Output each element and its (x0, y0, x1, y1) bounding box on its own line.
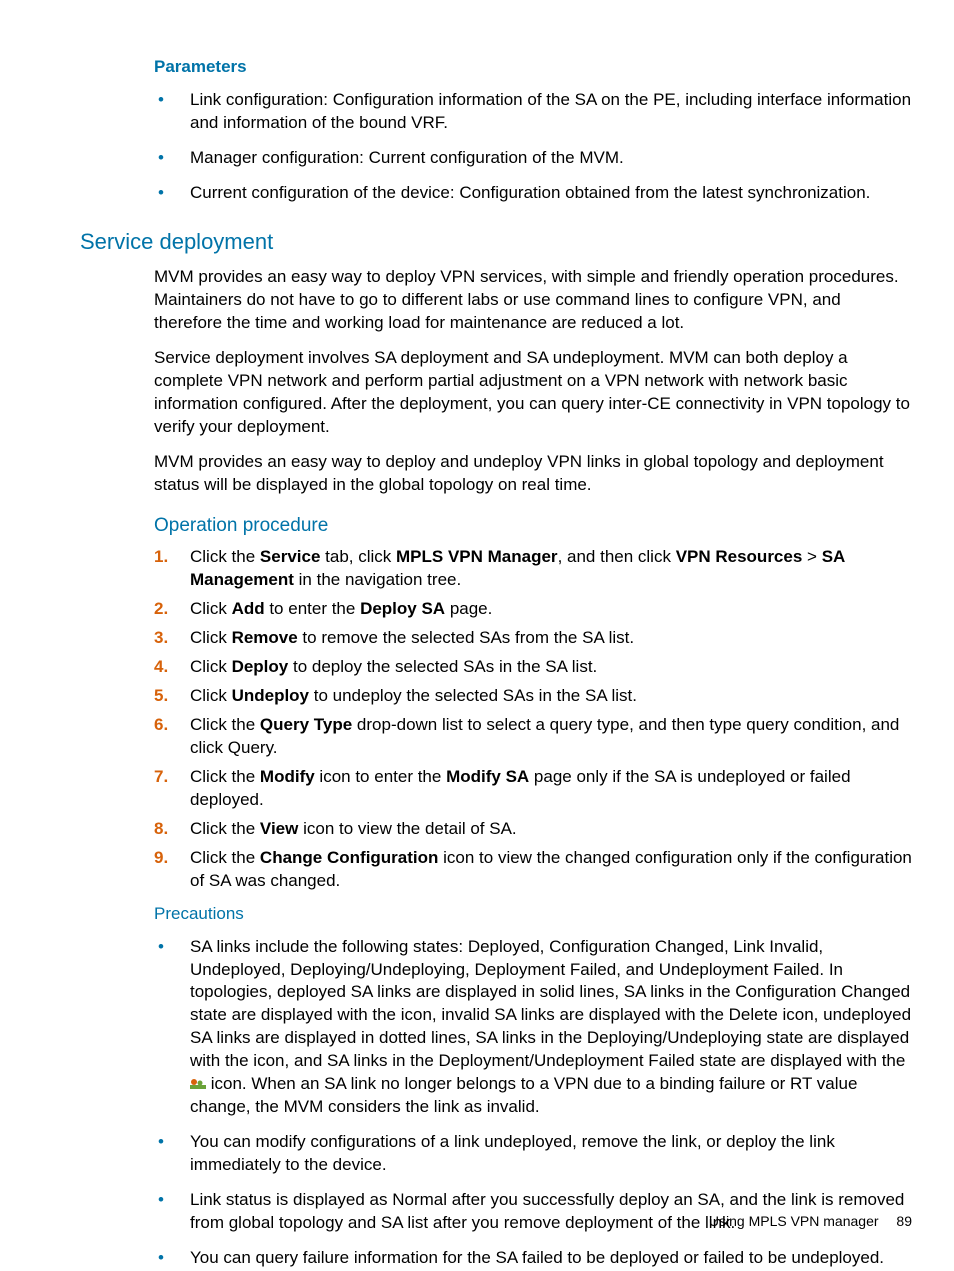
list-item-text: Manager configuration: Current configura… (190, 148, 624, 167)
step-text: Click the (190, 547, 260, 566)
step-text: Click (190, 599, 232, 618)
step-text: to deploy the selected SAs in the SA lis… (288, 657, 597, 676)
body-paragraph: MVM provides an easy way to deploy and u… (154, 451, 912, 497)
step-text: Click (190, 686, 232, 705)
bold-term: Remove (232, 628, 298, 647)
footer-text: Using MPLS VPN manager (709, 1213, 879, 1229)
deployment-failed-icon (190, 1075, 206, 1089)
step-text: to remove the selected SAs from the SA l… (298, 628, 634, 647)
bold-term: Change Configuration (260, 848, 438, 867)
list-item: SA links include the following states: D… (154, 936, 912, 1120)
step-text: to enter the (265, 599, 360, 618)
step-text: Click the (190, 819, 260, 838)
page-footer: Using MPLS VPN manager 89 (709, 1212, 912, 1231)
list-item-text: Current configuration of the device: Con… (190, 183, 870, 202)
list-item: Manager configuration: Current configura… (154, 147, 912, 170)
step-text: > (802, 547, 821, 566)
step-text: page. (445, 599, 492, 618)
step-item: Click the Change Configuration icon to v… (154, 847, 912, 893)
operation-procedure-heading: Operation procedure (154, 513, 912, 539)
page-number: 89 (896, 1213, 912, 1229)
list-item: You can query failure information for th… (154, 1247, 912, 1270)
list-item-text: You can query failure information for th… (190, 1248, 884, 1267)
list-item-text: You can modify configurations of a link … (190, 1132, 835, 1174)
list-item-text: SA links include the following states: D… (190, 937, 911, 1071)
parameters-heading: Parameters (154, 56, 912, 79)
body-paragraph: Service deployment involves SA deploymen… (154, 347, 912, 439)
list-item: You can modify configurations of a link … (154, 1131, 912, 1177)
bold-term: View (260, 819, 298, 838)
bold-term: MPLS VPN Manager (396, 547, 558, 566)
step-item: Click Deploy to deploy the selected SAs … (154, 656, 912, 679)
step-text: Click (190, 657, 232, 676)
step-item: Click the Service tab, click MPLS VPN Ma… (154, 546, 912, 592)
document-page: Parameters Link configuration: Configura… (0, 0, 954, 1271)
bold-term: Modify (260, 767, 315, 786)
step-text: Click the (190, 848, 260, 867)
list-item-text: icon. When an SA link no longer belongs … (190, 1074, 857, 1116)
step-text: icon to view the detail of SA. (298, 819, 516, 838)
step-text: Click the (190, 767, 260, 786)
bold-term: Add (232, 599, 265, 618)
service-deployment-heading: Service deployment (80, 227, 912, 257)
step-text: Click the (190, 715, 260, 734)
operation-steps: Click the Service tab, click MPLS VPN Ma… (154, 546, 912, 892)
step-text: icon to enter the (315, 767, 446, 786)
bold-term: Deploy (232, 657, 289, 676)
bold-term: Modify SA (446, 767, 529, 786)
list-item: Current configuration of the device: Con… (154, 182, 912, 205)
list-item: Link configuration: Configuration inform… (154, 89, 912, 135)
bold-term: Query Type (260, 715, 352, 734)
parameters-list: Link configuration: Configuration inform… (154, 89, 912, 205)
list-item-text: Link configuration: Configuration inform… (190, 90, 911, 132)
bold-term: Service (260, 547, 321, 566)
bold-term: Deploy SA (360, 599, 445, 618)
precautions-heading: Precautions (154, 903, 912, 926)
step-item: Click Undeploy to undeploy the selected … (154, 685, 912, 708)
step-text: tab, click (320, 547, 396, 566)
step-text: Click (190, 628, 232, 647)
step-item: Click the View icon to view the detail o… (154, 818, 912, 841)
step-item: Click Add to enter the Deploy SA page. (154, 598, 912, 621)
step-text: , and then click (558, 547, 676, 566)
step-item: Click the Modify icon to enter the Modif… (154, 766, 912, 812)
step-item: Click Remove to remove the selected SAs … (154, 627, 912, 650)
step-text: in the navigation tree. (294, 570, 461, 589)
body-paragraph: MVM provides an easy way to deploy VPN s… (154, 266, 912, 335)
step-item: Click the Query Type drop-down list to s… (154, 714, 912, 760)
bold-term: Undeploy (232, 686, 309, 705)
step-text: to undeploy the selected SAs in the SA l… (309, 686, 637, 705)
bold-term: VPN Resources (676, 547, 803, 566)
